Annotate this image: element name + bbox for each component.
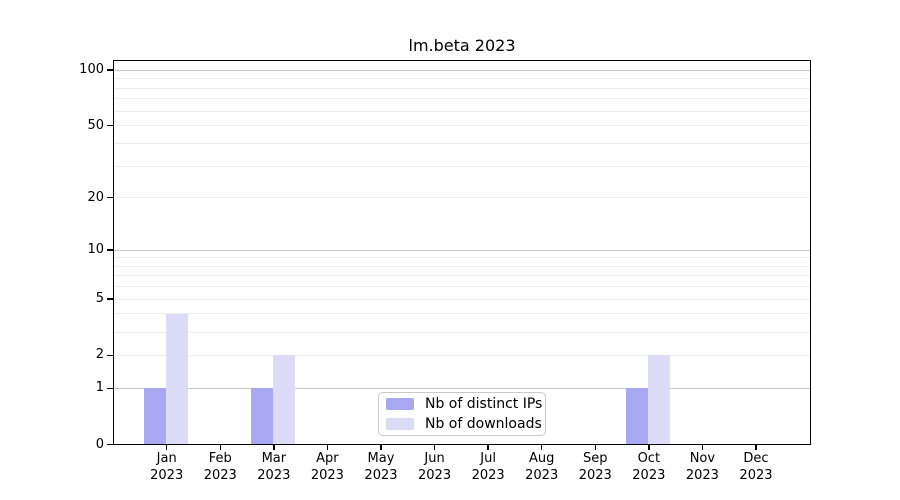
y-tick-label-50: 50 [0, 118, 104, 134]
bar-oct-downloads [648, 355, 670, 444]
gridline-y-1 [114, 388, 810, 389]
y-tick-label-5: 5 [0, 291, 104, 307]
gridline-y-50 [114, 125, 810, 126]
gridline-y-8 [114, 266, 810, 267]
legend: Nb of distinct IPs Nb of downloads [378, 392, 546, 436]
gridline-y-3 [114, 332, 810, 333]
bar-jan-downloads [166, 314, 188, 445]
bar-oct-distinct-ips [626, 388, 648, 444]
y-tick-label-100: 100 [0, 62, 104, 78]
gridline-y-9 [114, 257, 810, 258]
legend-swatch-distinct-ips [386, 398, 414, 410]
x-tick-label-dec: Dec 2023 [720, 450, 792, 484]
gridline-y-6 [114, 286, 810, 287]
bar-mar-downloads [273, 355, 295, 444]
y-tick-label-10: 10 [0, 242, 104, 258]
plot-area [113, 60, 811, 445]
y-tick-2 [107, 355, 113, 357]
gridline-y-7 [114, 275, 810, 276]
gridline-y-20 [114, 197, 810, 198]
gridline-y-4 [114, 313, 810, 314]
gridline-y-10 [114, 250, 810, 251]
y-tick-0 [107, 444, 113, 446]
gridline-y-2 [114, 355, 810, 356]
bar-mar-distinct-ips [251, 388, 273, 444]
legend-swatch-downloads [386, 418, 414, 430]
gridline-y-5 [114, 299, 810, 300]
y-tick-20 [107, 197, 113, 199]
y-tick-5 [107, 298, 113, 300]
bar-jan-distinct-ips [144, 388, 166, 444]
gridline-y-100 [114, 70, 810, 71]
gridline-y-40 [114, 143, 810, 144]
y-tick-100 [107, 69, 113, 71]
gridline-y-80 [114, 88, 810, 89]
y-tick-10 [107, 249, 113, 251]
y-tick-label-1: 1 [0, 380, 104, 396]
legend-item-distinct-ips: Nb of distinct IPs [386, 396, 545, 413]
y-tick-50 [107, 125, 113, 127]
y-tick-label-20: 20 [0, 190, 104, 206]
legend-label-downloads: Nb of downloads [425, 416, 542, 433]
gridline-y-70 [114, 98, 810, 99]
y-tick-label-2: 2 [0, 347, 104, 363]
chart-canvas: lm.beta 2023 0125102050100 Jan 2023Feb 2… [0, 0, 900, 500]
gridline-y-60 [114, 111, 810, 112]
y-tick-label-0: 0 [0, 437, 104, 453]
y-tick-1 [107, 388, 113, 390]
chart-title: lm.beta 2023 [113, 36, 811, 55]
gridline-y-90 [114, 78, 810, 79]
legend-label-distinct-ips: Nb of distinct IPs [425, 396, 542, 413]
legend-item-downloads: Nb of downloads [386, 416, 545, 433]
gridline-y-30 [114, 166, 810, 167]
